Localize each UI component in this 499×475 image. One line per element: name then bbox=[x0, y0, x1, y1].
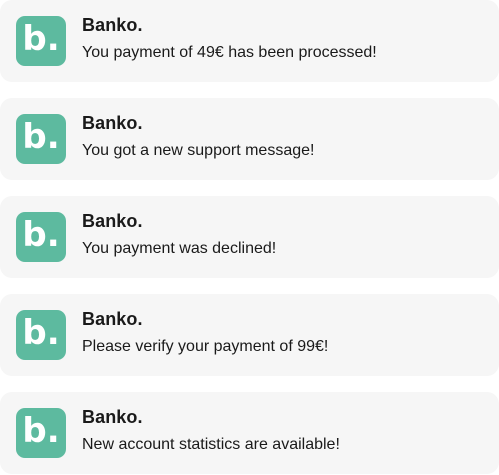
notification-stack: b. Banko. You payment of 49€ has been pr… bbox=[0, 0, 499, 475]
notification-app-name: Banko. bbox=[82, 309, 143, 329]
notification-message: Please verify your payment of 99€! bbox=[82, 338, 329, 355]
banko-logo-icon: b. bbox=[16, 114, 66, 164]
logo-letter: b bbox=[22, 19, 47, 59]
notification-app-name: Banko. bbox=[82, 211, 143, 231]
notification-card[interactable]: b. Banko. You payment of 49€ has been pr… bbox=[0, 0, 499, 82]
notification-app-name: Banko. bbox=[82, 15, 143, 35]
logo-letter: b bbox=[22, 313, 47, 353]
notification-app-name: Banko. bbox=[82, 407, 143, 427]
logo-letter: b bbox=[22, 117, 47, 157]
banko-logo-icon: b. bbox=[16, 310, 66, 360]
notification-message: You got a new support message! bbox=[82, 142, 315, 159]
logo-dot: . bbox=[46, 411, 60, 451]
notification-card[interactable]: b. Banko. New account statistics are ava… bbox=[0, 392, 499, 474]
notification-app-name: Banko. bbox=[82, 113, 143, 133]
banko-logo-icon: b. bbox=[16, 16, 66, 66]
logo-dot: . bbox=[46, 19, 60, 59]
logo-dot: . bbox=[46, 313, 60, 353]
logo-letter: b bbox=[22, 215, 47, 255]
banko-logo-icon: b. bbox=[16, 212, 66, 262]
notification-card[interactable]: b. Banko. Please verify your payment of … bbox=[0, 294, 499, 376]
notification-message: You payment was declined! bbox=[82, 240, 277, 257]
logo-dot: . bbox=[46, 215, 60, 255]
notification-message: New account statistics are available! bbox=[82, 436, 340, 453]
notification-message: You payment of 49€ has been processed! bbox=[82, 44, 377, 61]
logo-letter: b bbox=[22, 411, 47, 451]
notification-card[interactable]: b. Banko. You payment was declined! bbox=[0, 196, 499, 278]
banko-logo-icon: b. bbox=[16, 408, 66, 458]
logo-dot: . bbox=[46, 117, 60, 157]
notification-card[interactable]: b. Banko. You got a new support message! bbox=[0, 98, 499, 180]
